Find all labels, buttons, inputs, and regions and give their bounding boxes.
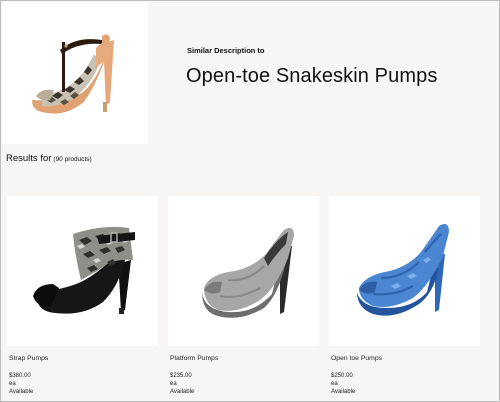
product-name[interactable]: Platform Pumps bbox=[170, 355, 319, 362]
product-page: Similar Description to Open-toe Snakeski… bbox=[0, 0, 500, 402]
product-unit: ea bbox=[331, 381, 338, 387]
product-card[interactable]: Open toe Pumps $250.00 ea Available bbox=[329, 196, 480, 396]
product-price: $380.00 bbox=[9, 373, 31, 379]
product-image[interactable] bbox=[329, 196, 480, 346]
product-card[interactable]: Strap Pumps $380.00 ea Available bbox=[7, 196, 158, 396]
grey-platform-pump-image bbox=[202, 228, 294, 318]
results-count: (90 products) bbox=[53, 156, 92, 163]
product-title: Open-toe Snakeskin Pumps bbox=[186, 65, 438, 87]
product-unit: ea bbox=[9, 381, 16, 387]
product-unit: ea bbox=[170, 381, 177, 387]
hero-product-image[interactable] bbox=[2, 2, 148, 144]
product-card[interactable]: Platform Pumps $235.00 ea Available bbox=[168, 196, 319, 396]
product-image[interactable] bbox=[168, 196, 319, 346]
blue-open-toe-pump-image bbox=[357, 224, 449, 316]
results-label: Results for bbox=[6, 153, 52, 164]
product-availability: Available bbox=[331, 389, 356, 395]
black-strap-pump-image bbox=[33, 226, 135, 314]
product-availability: Available bbox=[9, 389, 34, 395]
results-summary: Results for (90 products) bbox=[6, 153, 92, 164]
product-name[interactable]: Strap Pumps bbox=[9, 355, 158, 362]
product-price: $250.00 bbox=[331, 373, 353, 379]
product-availability: Available bbox=[170, 389, 195, 395]
product-name[interactable]: Open toe Pumps bbox=[331, 355, 480, 362]
product-price: $235.00 bbox=[170, 373, 192, 379]
tstrap-snakeskin-pump-image bbox=[32, 34, 114, 114]
product-image[interactable] bbox=[7, 196, 158, 346]
similar-description-label: Similar Description to bbox=[187, 46, 265, 55]
